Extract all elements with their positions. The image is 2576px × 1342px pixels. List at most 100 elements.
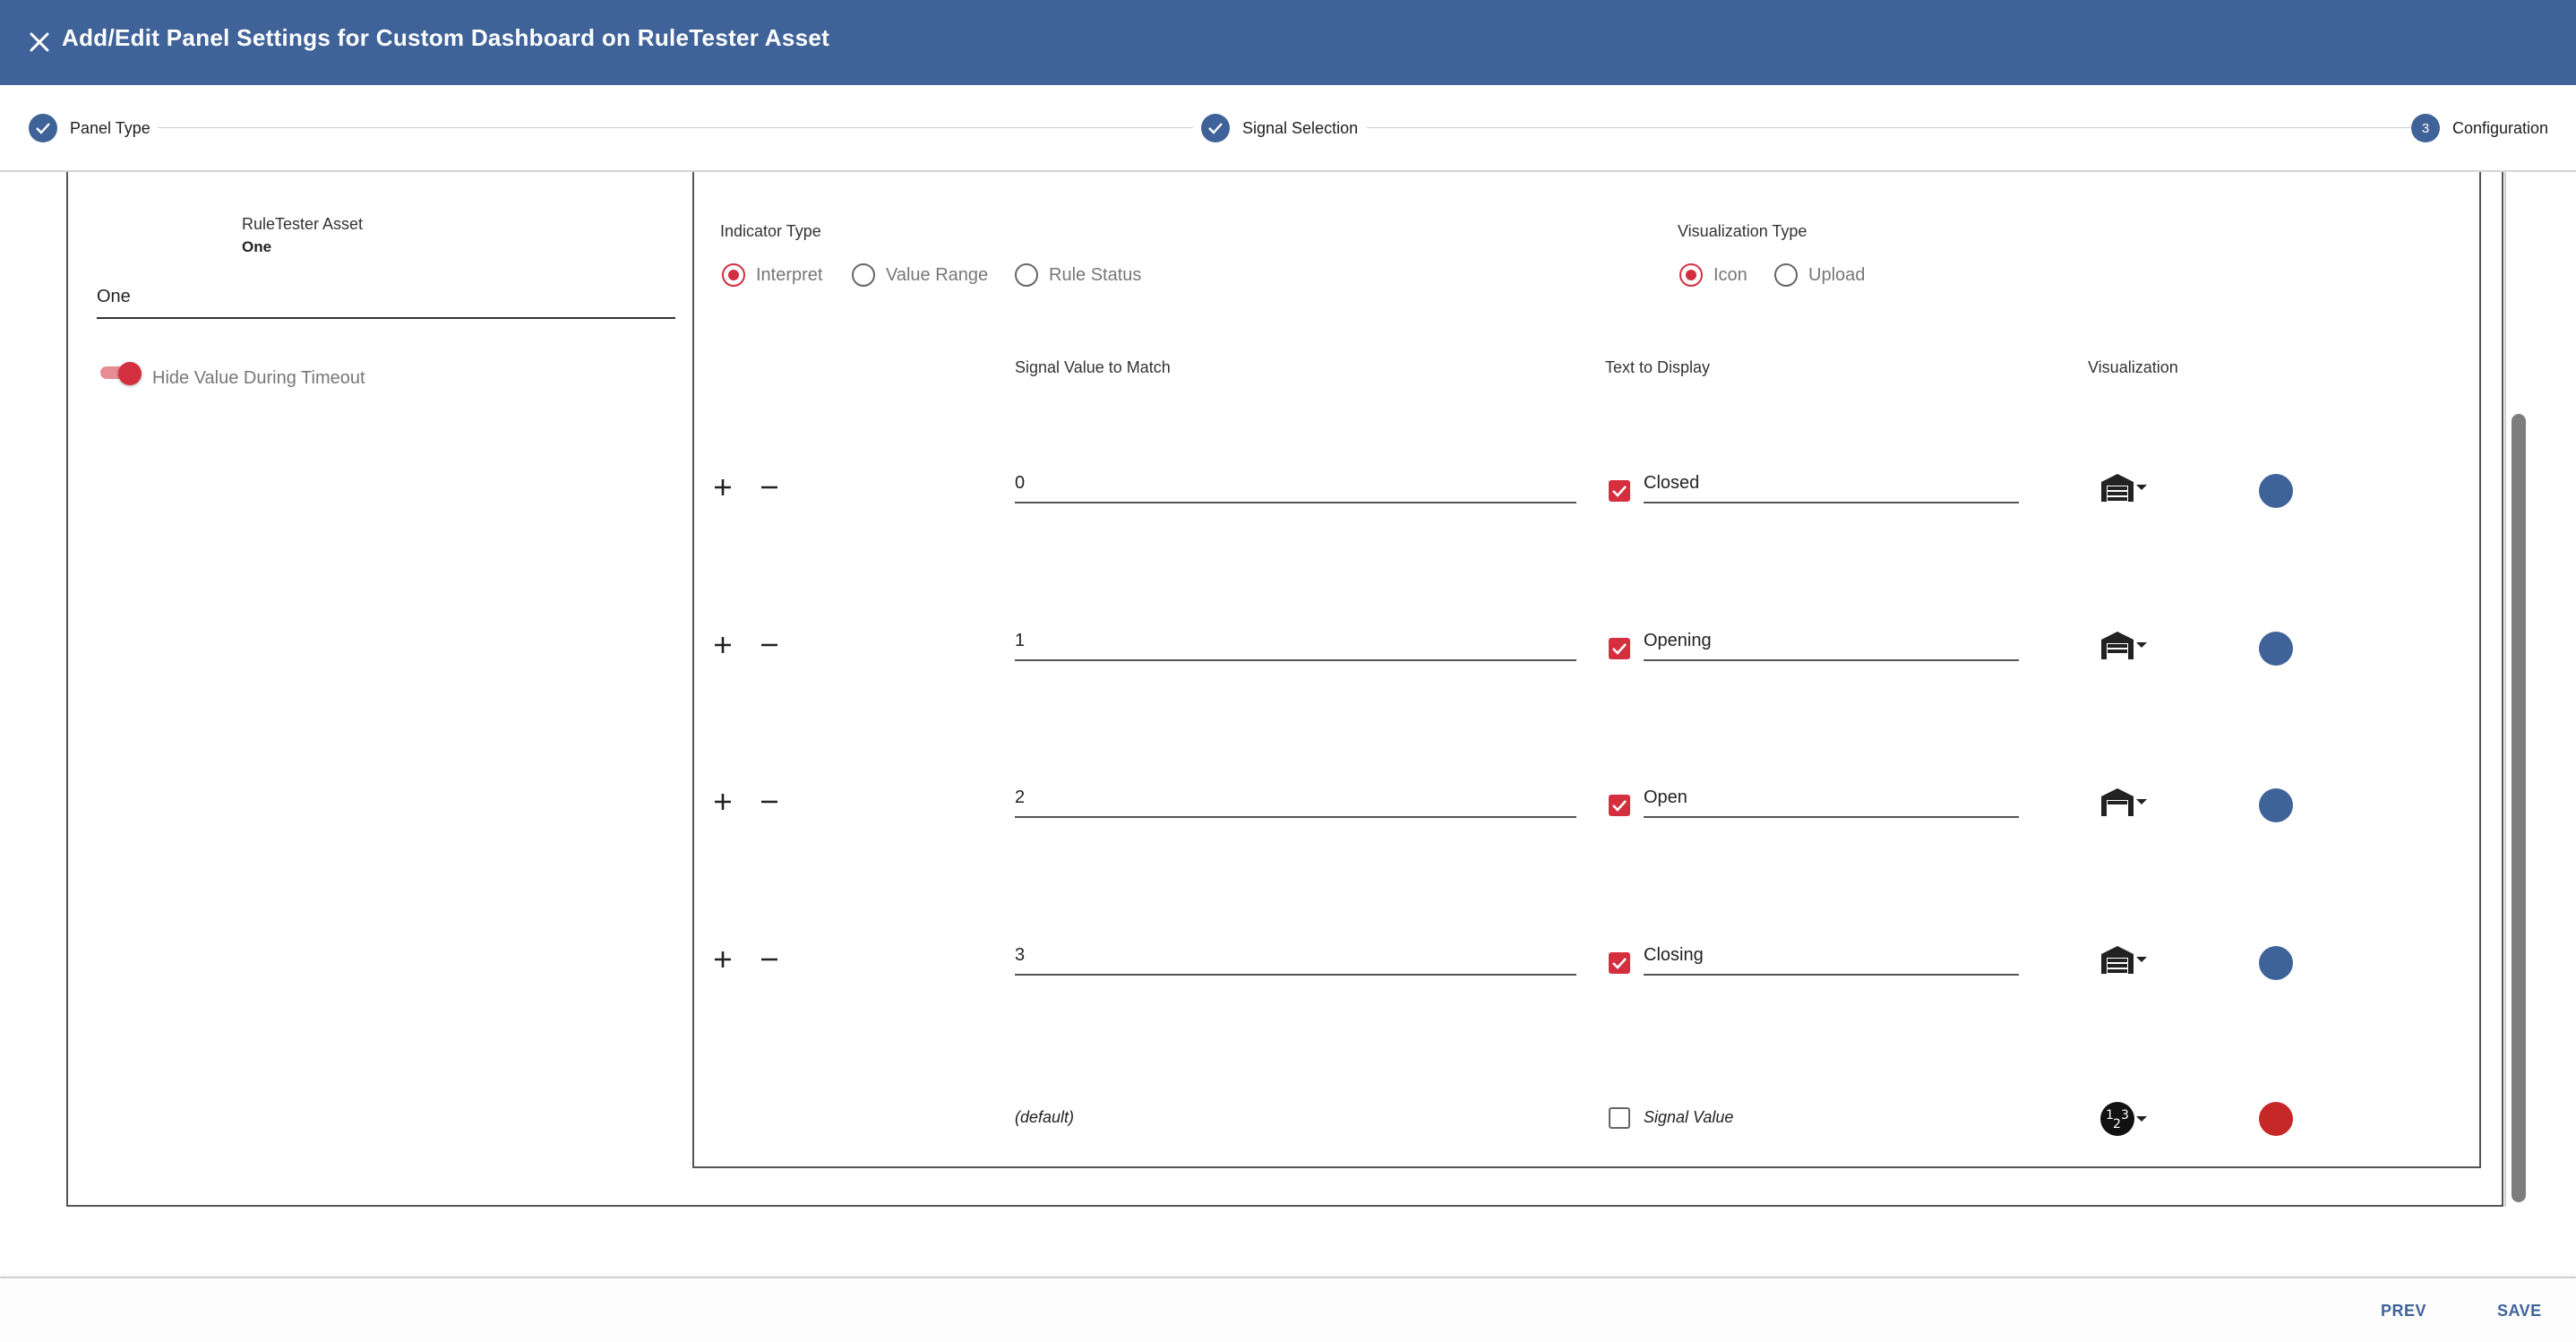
- radio-indicator: [722, 263, 745, 287]
- display-signal-value-checkbox[interactable]: [1609, 1107, 1630, 1129]
- radio-label: Rule Status: [1049, 264, 1142, 285]
- icon-picker[interactable]: 1 2 3: [2099, 1099, 2157, 1139]
- step-label: Configuration: [2452, 118, 2549, 137]
- color-picker-default[interactable]: [2259, 1102, 2293, 1136]
- signal-value: 2: [1015, 787, 1026, 807]
- radio-indicator: [1015, 263, 1038, 287]
- remove-row-button[interactable]: [755, 945, 784, 974]
- scrollbar[interactable]: [2504, 172, 2529, 1207]
- display-text: Open: [1644, 787, 1687, 807]
- signal-value-input[interactable]: 1: [1015, 625, 1576, 661]
- minus-icon: [761, 800, 777, 804]
- radio-indicator: [1679, 263, 1703, 287]
- radio-icon[interactable]: Icon: [1679, 263, 1747, 287]
- color-picker-row-0[interactable]: [2259, 474, 2293, 508]
- display-text: Closed: [1644, 473, 1700, 493]
- default-signal-value: (default): [1015, 1108, 1075, 1126]
- step-configuration[interactable]: 3 Configuration: [2411, 114, 2548, 142]
- add-row-button[interactable]: [708, 787, 737, 816]
- radio-rule-status[interactable]: Rule Status: [1015, 263, 1141, 287]
- add-row-button[interactable]: [708, 473, 737, 502]
- step-connector: [1367, 127, 2413, 128]
- radio-label: Icon: [1713, 264, 1747, 285]
- icon-picker[interactable]: [2099, 940, 2157, 979]
- display-text: Closing: [1644, 945, 1704, 965]
- toggle-thumb: [118, 362, 142, 385]
- display-text-input[interactable]: Closed: [1644, 468, 2019, 503]
- add-row-button[interactable]: [708, 631, 737, 659]
- indicator-type-label: Indicator Type: [720, 222, 821, 240]
- color-picker-row-3[interactable]: [2259, 946, 2293, 980]
- add-row-button[interactable]: [708, 945, 737, 974]
- radio-label: Interpret: [756, 264, 823, 285]
- remove-row-button[interactable]: [755, 787, 784, 816]
- col-visualization: Visualization: [2088, 358, 2178, 376]
- check-icon: [29, 114, 57, 142]
- stepper: Panel Type Signal Selection 3 Configurat…: [0, 85, 2576, 172]
- display-text-checkbox[interactable]: [1609, 638, 1630, 659]
- garage-closed-icon: [2101, 474, 2134, 502]
- signal-value: 1: [1015, 631, 1026, 650]
- color-picker-row-1[interactable]: [2259, 632, 2293, 666]
- panel-name-input[interactable]: One: [97, 280, 675, 319]
- radio-indicator: [852, 263, 875, 287]
- step-signal-selection[interactable]: Signal Selection: [1201, 114, 1358, 142]
- display-text: Opening: [1644, 631, 1712, 650]
- garage-open-icon: [2101, 788, 2134, 816]
- icon-picker[interactable]: [2099, 782, 2157, 822]
- prev-button[interactable]: PREV: [2381, 1302, 2426, 1320]
- color-picker-row-2[interactable]: [2259, 788, 2293, 822]
- display-text-checkbox[interactable]: [1609, 480, 1630, 502]
- hide-value-toggle[interactable]: [99, 362, 143, 385]
- save-button[interactable]: SAVE: [2497, 1302, 2542, 1320]
- close-icon: [30, 32, 49, 52]
- check-icon: [1612, 800, 1627, 812]
- radio-label: Value Range: [886, 264, 989, 285]
- check-icon: [1201, 114, 1230, 142]
- numeric-123-icon: 1 2 3: [2100, 1102, 2134, 1136]
- icon-picker[interactable]: [2099, 468, 2157, 507]
- display-text-input[interactable]: Opening: [1644, 625, 2019, 661]
- col-signal-value: Signal Value to Match: [1015, 358, 1171, 376]
- scroll-track: [2504, 172, 2506, 1207]
- chevron-down-icon: [2136, 485, 2147, 490]
- plus-icon: [715, 951, 731, 968]
- remove-row-button[interactable]: [755, 473, 784, 502]
- check-icon: [1612, 486, 1627, 497]
- plus-icon: [715, 479, 731, 495]
- radio-upload[interactable]: Upload: [1774, 263, 1865, 287]
- display-text-input[interactable]: Open: [1644, 782, 2019, 818]
- asset-value: One: [242, 238, 272, 255]
- chevron-down-icon: [2136, 799, 2147, 804]
- check-icon: [1612, 643, 1627, 655]
- chevron-down-icon: [2136, 642, 2147, 648]
- indicator-panel: [692, 172, 2481, 1168]
- minus-icon: [761, 958, 777, 961]
- asset-label: RuleTester Asset: [242, 215, 364, 233]
- minus-icon: [761, 643, 777, 647]
- radio-value-range[interactable]: Value Range: [852, 263, 988, 287]
- panel-name-value: One: [97, 287, 131, 306]
- config-content: RuleTester Asset One One Hide Value Duri…: [0, 172, 2576, 1277]
- signal-value-input[interactable]: 2: [1015, 782, 1576, 818]
- signal-value-input[interactable]: 0: [1015, 468, 1576, 503]
- step-number: 3: [2411, 114, 2440, 142]
- radio-interpret[interactable]: Interpret: [722, 263, 822, 287]
- icon-picker[interactable]: [2099, 625, 2157, 665]
- svg-text:3: 3: [2121, 1108, 2129, 1123]
- close-button[interactable]: [20, 22, 59, 62]
- radio-indicator: [1774, 263, 1798, 287]
- dialog-footer: PREV SAVE: [0, 1277, 2576, 1342]
- remove-row-button[interactable]: [755, 631, 784, 659]
- display-text-checkbox[interactable]: [1609, 952, 1630, 974]
- hide-value-label: Hide Value During Timeout: [152, 368, 365, 388]
- display-text-checkbox[interactable]: [1609, 795, 1630, 816]
- scroll-thumb[interactable]: [2512, 414, 2526, 1202]
- col-text-display: Text to Display: [1605, 358, 1711, 376]
- step-panel-type[interactable]: Panel Type: [29, 114, 150, 142]
- minus-icon: [761, 486, 777, 489]
- step-label: Signal Selection: [1242, 118, 1359, 137]
- signal-value-input[interactable]: 3: [1015, 940, 1576, 976]
- chevron-down-icon: [2136, 957, 2147, 962]
- display-text-input[interactable]: Closing: [1644, 940, 2019, 976]
